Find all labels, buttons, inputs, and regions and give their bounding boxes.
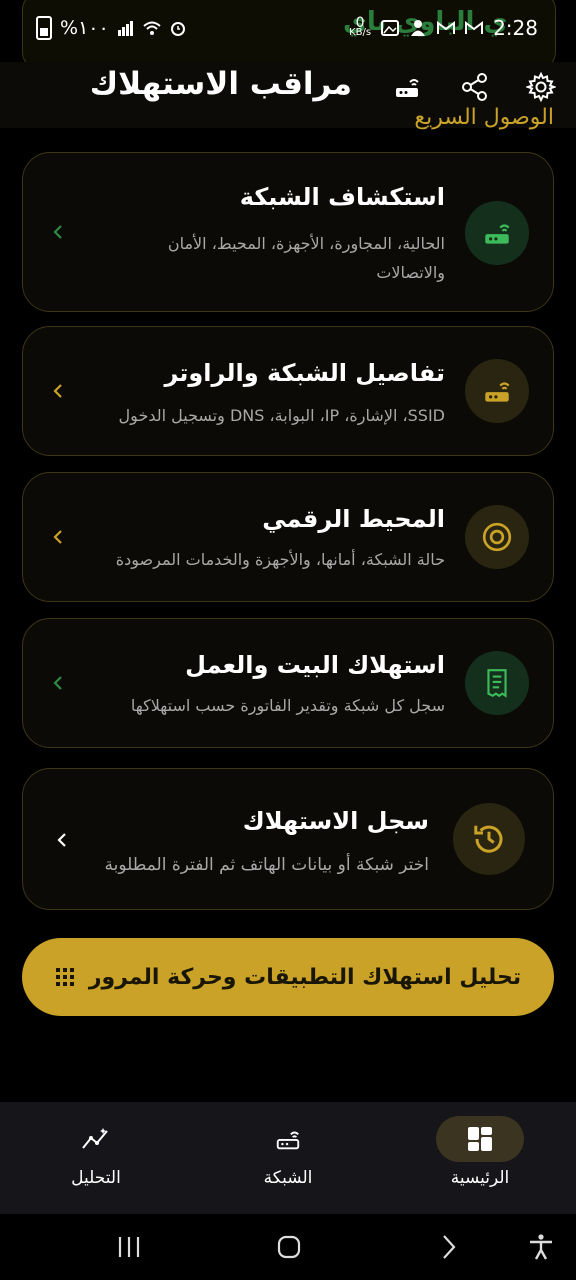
card-digital-surroundings[interactable]: المحيط الرقمي حالة الشبكة، أمانها، والأج… xyxy=(22,472,554,602)
card-desc: حالة الشبكة، أمانها، والأجهزة والخدمات ا… xyxy=(115,550,445,569)
card-desc: اختر شبكة أو بيانات الهاتف ثم الفترة الم… xyxy=(104,855,429,875)
gmail-icon xyxy=(437,21,456,34)
card-network-details[interactable]: تفاصيل الشبكة والراوتر SSID، الإشارة، IP… xyxy=(22,326,554,456)
system-nav-bar xyxy=(0,1214,576,1280)
gear-icon[interactable] xyxy=(526,72,556,102)
card-home-work-usage[interactable]: استهلاك البيت والعمل سجل كل شبكة وتقدير … xyxy=(22,618,554,748)
network-speed: 0 KB/s xyxy=(349,16,372,38)
router-icon xyxy=(485,382,510,402)
status-bar: ي الباوي باي %١٠٠ 0 KB/s 2:28 xyxy=(0,0,576,70)
router-icon xyxy=(485,224,510,244)
router-icon xyxy=(276,1131,300,1150)
card-desc: الحالية، المجاورة، الأجهزة، المحيط، الأم… xyxy=(167,234,445,282)
nav-network-label: الشبكة xyxy=(263,1168,313,1188)
alarm-icon xyxy=(170,22,185,36)
nav-network-pill xyxy=(244,1116,332,1162)
chevron-left-icon xyxy=(53,530,62,544)
status-left: %١٠٠ xyxy=(36,16,187,40)
nav-home-pill xyxy=(436,1116,524,1162)
card-icon-wrap xyxy=(465,201,529,265)
card-title: استهلاك البيت والعمل xyxy=(185,651,445,679)
history-icon xyxy=(474,825,503,853)
nav-analysis-label: التحليل xyxy=(71,1168,121,1188)
signal-icon xyxy=(117,21,133,36)
card-icon-wrap xyxy=(465,651,529,715)
nav-analysis[interactable]: التحليل xyxy=(16,1102,176,1214)
person-icon xyxy=(411,20,426,36)
card-title: المحيط الرقمي xyxy=(262,505,445,533)
share-icon[interactable] xyxy=(460,72,490,102)
battery-percent: %١٠٠ xyxy=(60,17,109,39)
router-icon[interactable] xyxy=(392,72,422,102)
card-desc: سجل كل شبكة وتقدير الفاتورة حسب استهلاكه… xyxy=(130,696,445,715)
gmail-icon-2 xyxy=(465,21,484,34)
cta-label: تحليل استهلاك التطبيقات وحركة المرور xyxy=(88,964,522,990)
card-title: تفاصيل الشبكة والراوتر xyxy=(164,359,445,387)
chevron-left-icon xyxy=(57,833,66,847)
nav-analysis-pill xyxy=(52,1116,140,1162)
accessibility-icon[interactable] xyxy=(526,1232,556,1262)
bottom-nav: الرئيسية الشبكة التحليل xyxy=(0,1102,576,1214)
card-icon-wrap xyxy=(465,505,529,569)
card-icon-wrap xyxy=(453,803,525,875)
page-title: مراقب الاستهلاك xyxy=(89,66,352,102)
card-title: استكشاف الشبكة xyxy=(239,183,445,211)
quick-access-label: الوصول السريع xyxy=(414,105,554,130)
status-right: 0 KB/s 2:28 xyxy=(349,16,538,40)
gallery-icon xyxy=(381,20,400,36)
card-title: سجل الاستهلاك xyxy=(242,807,429,835)
analyze-apps-button[interactable]: تحليل استهلاك التطبيقات وحركة المرور xyxy=(22,938,554,1016)
card-network-explore[interactable]: استكشاف الشبكة الحالية، المجاورة، الأجهز… xyxy=(22,152,554,312)
back-icon[interactable] xyxy=(434,1232,464,1262)
card-desc: SSID، الإشارة، IP، البوابة، DNS وتسجيل ا… xyxy=(118,406,445,425)
chevron-left-icon xyxy=(53,225,62,239)
battery-icon xyxy=(36,16,52,40)
clock: 2:28 xyxy=(493,16,538,40)
nav-home-label: الرئيسية xyxy=(450,1168,510,1188)
analytics-icon xyxy=(82,1128,108,1149)
card-icon-wrap xyxy=(465,359,529,423)
dashboard-icon xyxy=(468,1127,492,1151)
grid-icon xyxy=(55,968,74,986)
recent-apps-icon[interactable] xyxy=(114,1232,144,1262)
at-sign-icon xyxy=(482,522,512,552)
speed-unit: KB/s xyxy=(349,27,372,38)
wifi-icon xyxy=(143,21,161,35)
chevron-left-icon xyxy=(53,676,62,690)
home-icon[interactable] xyxy=(274,1232,304,1262)
receipt-icon xyxy=(487,669,507,698)
card-usage-history[interactable]: سجل الاستهلاك اختر شبكة أو بيانات الهاتف… xyxy=(22,768,554,910)
nav-network[interactable]: الشبكة xyxy=(208,1102,368,1214)
chevron-left-icon xyxy=(53,384,62,398)
nav-home[interactable]: الرئيسية xyxy=(400,1102,560,1214)
